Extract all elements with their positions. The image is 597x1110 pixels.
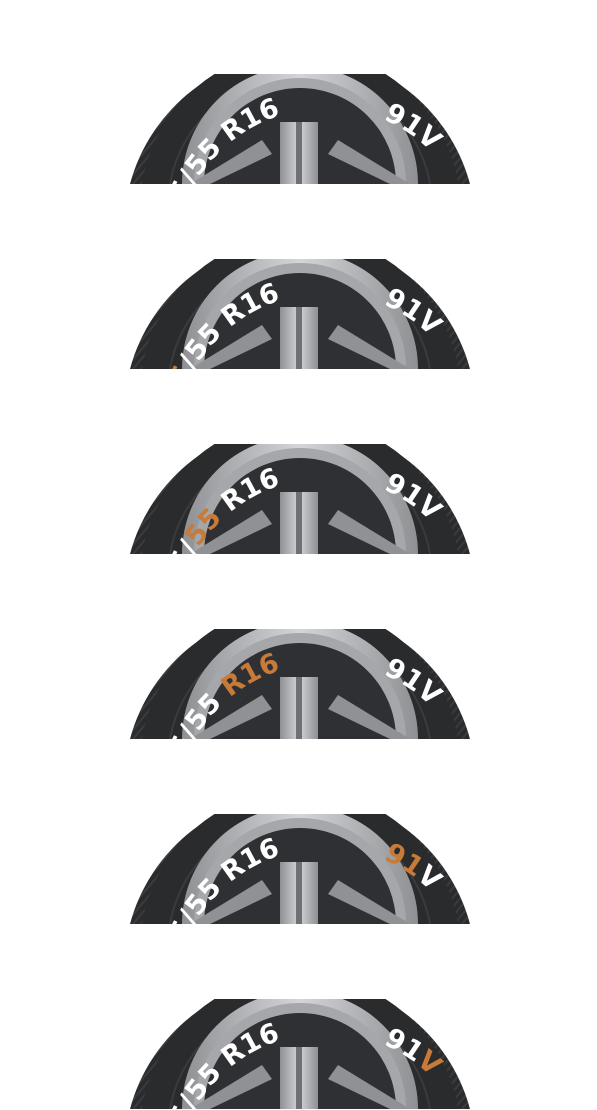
tire-illustration: 205/55 R16 91V <box>130 999 470 1109</box>
tire-illustration: 205/55 R16 91V <box>130 629 470 739</box>
tire-illustration: 205/55 R16 91V <box>130 259 470 369</box>
tire-panel: 205/55 R16 91V <box>130 629 470 739</box>
tire-panel: 205/55 R16 91V <box>130 444 470 554</box>
tire-illustration: 205/55 R16 91V <box>130 814 470 924</box>
tire-panel: 205/55 R16 91V <box>130 259 470 369</box>
tire-panel: 205/55 R16 91V <box>130 999 470 1109</box>
tire-panel: 205/55 R16 91V <box>130 814 470 924</box>
tire-illustration: 205/55 R16 91V <box>130 74 470 184</box>
tire-panel: 205/55 R16 91V <box>130 74 470 184</box>
tire-illustration: 205/55 R16 91V <box>130 444 470 554</box>
